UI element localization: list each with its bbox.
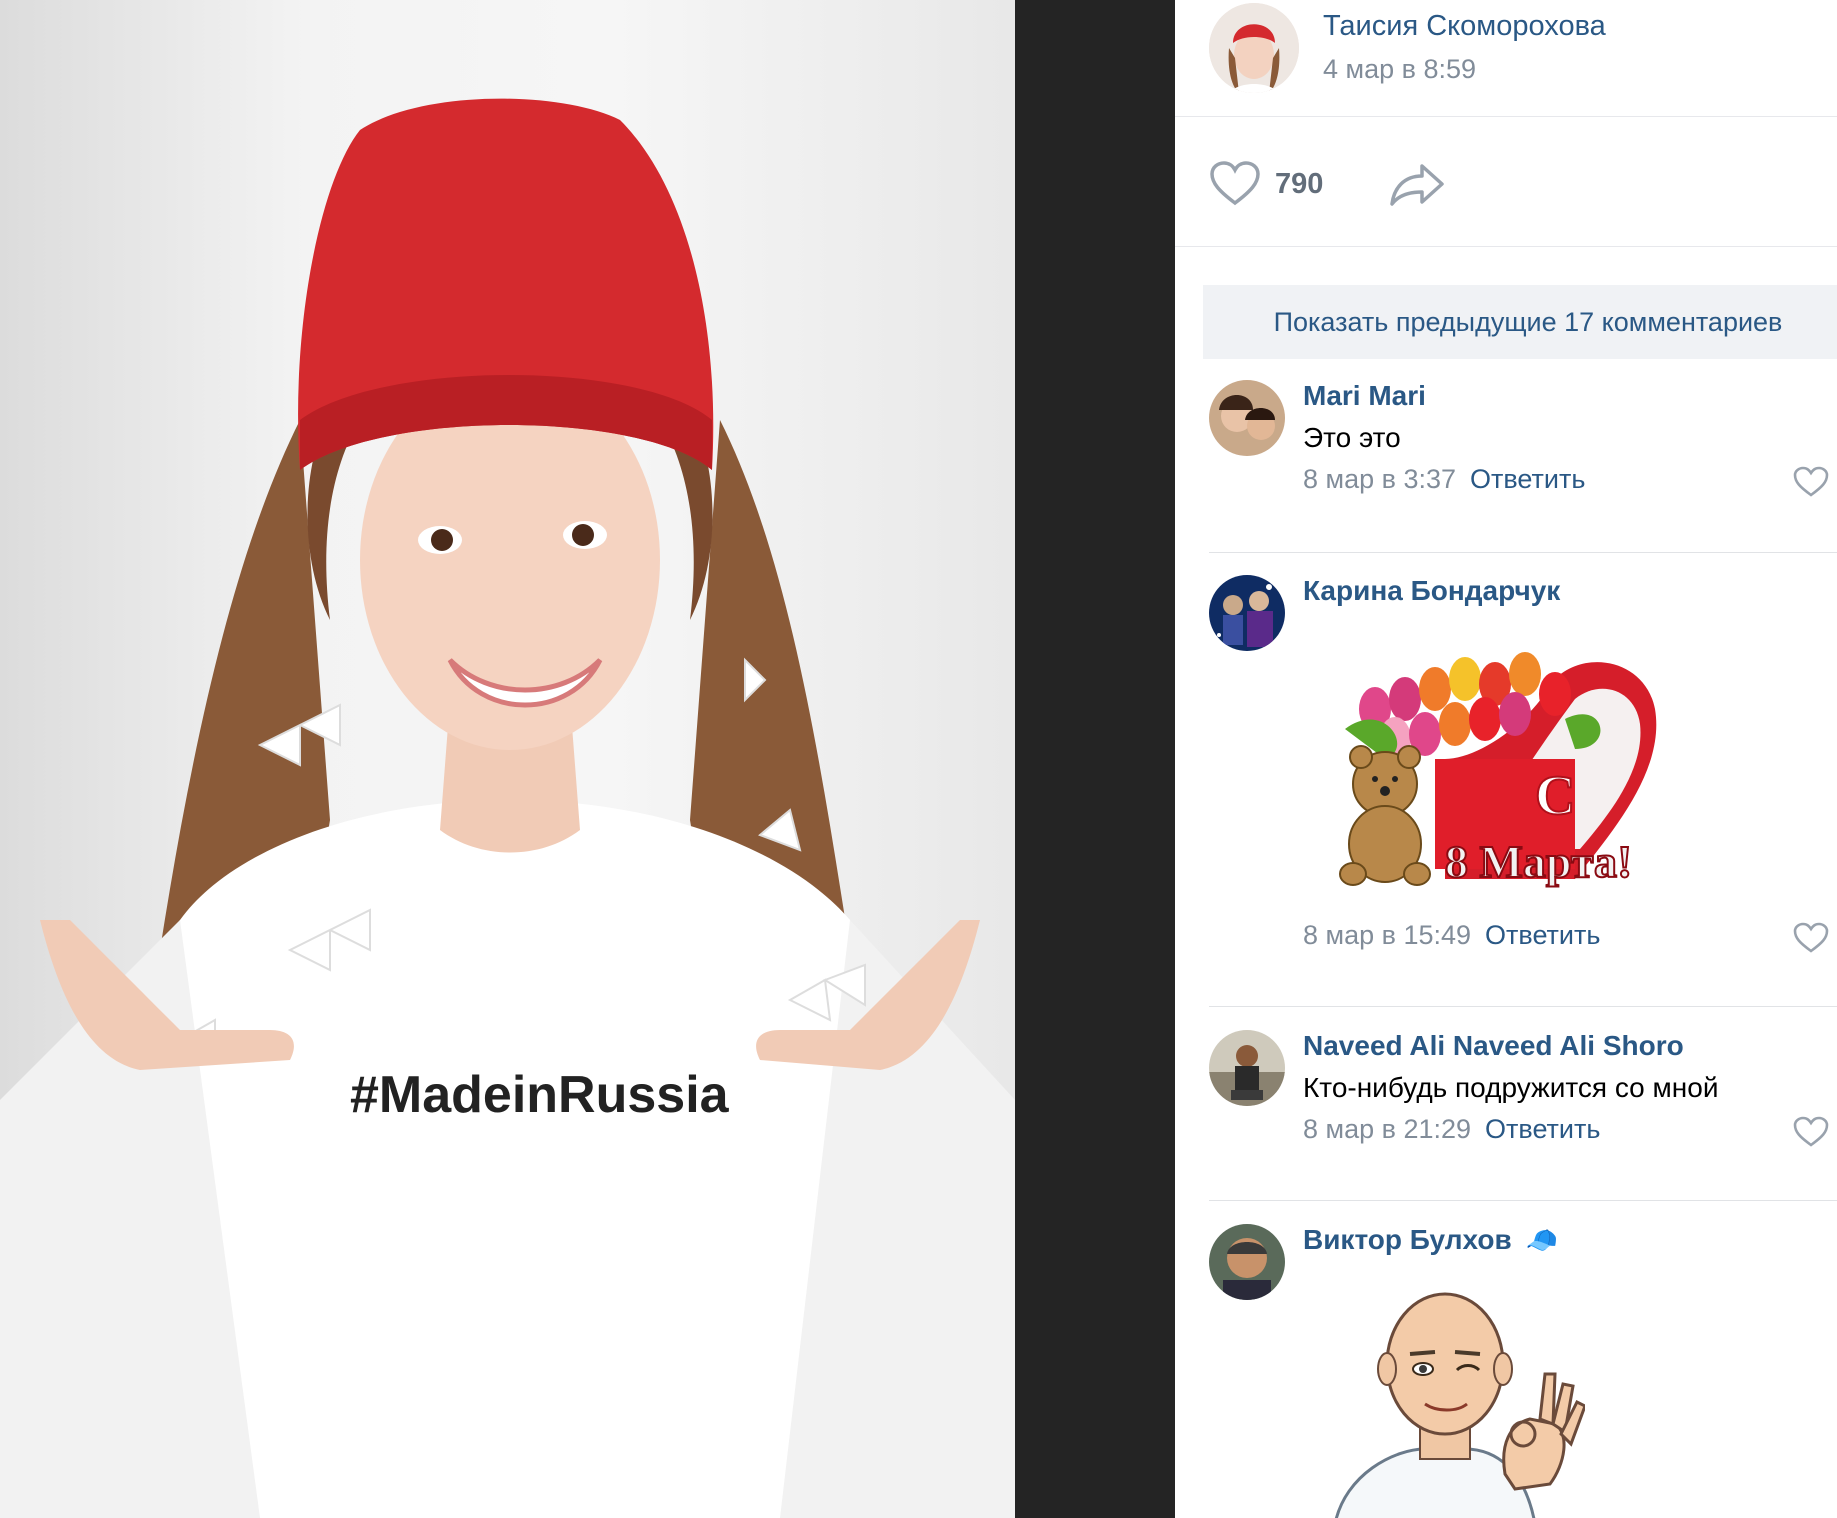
- comment-meta: 8 мар в 3:37 Ответить: [1303, 464, 1585, 495]
- reply-button[interactable]: Ответить: [1485, 1114, 1600, 1144]
- comment-like-icon[interactable]: [1793, 922, 1829, 954]
- comment-like-icon[interactable]: [1793, 1116, 1829, 1148]
- commenter-name[interactable]: Mari Mari: [1303, 380, 1426, 412]
- share-icon: [1390, 164, 1444, 206]
- commenter-avatar-image: [1209, 1224, 1285, 1300]
- show-previous-comments-button[interactable]: Показать предыдущие 17 комментариев: [1203, 285, 1837, 359]
- post-sidebar: Таисия Скоморохова 4 мар в 8:59 790 Пока…: [1175, 0, 1837, 1518]
- commenter-avatar[interactable]: [1209, 1030, 1285, 1106]
- sticker-c-text: С: [1535, 765, 1575, 827]
- commenter-name[interactable]: Карина Бондарчук: [1303, 575, 1560, 607]
- commenter-avatar[interactable]: [1209, 1224, 1285, 1300]
- sticker-image: [1335, 1292, 1587, 1518]
- commenter-avatar-image: [1209, 1030, 1285, 1106]
- comment-divider: [1209, 552, 1837, 553]
- commenter-name-text: Виктор Булхов: [1303, 1224, 1512, 1255]
- comment-like-icon[interactable]: [1793, 466, 1829, 498]
- shirt-text: #MadeinRussia: [350, 1066, 730, 1124]
- comment-divider: [1209, 1200, 1837, 1201]
- author-avatar[interactable]: [1209, 3, 1299, 93]
- commenter-avatar[interactable]: [1209, 575, 1285, 651]
- post-header: Таисия Скоморохова 4 мар в 8:59: [1175, 0, 1837, 117]
- commenter-avatar-image: [1209, 380, 1285, 456]
- comment-meta: 8 мар в 15:49 Ответить: [1303, 920, 1600, 951]
- comment-divider: [1209, 1006, 1837, 1007]
- commenter-avatar[interactable]: [1209, 380, 1285, 456]
- sticker-image: С 8 Марта!: [1339, 652, 1657, 888]
- reply-button[interactable]: Ответить: [1470, 464, 1585, 494]
- user-badge-icon: 🧢: [1525, 1225, 1558, 1255]
- comment-sticker[interactable]: С 8 Марта!: [1325, 639, 1705, 914]
- comment-text: Кто-нибудь подружится со мной: [1303, 1072, 1719, 1103]
- post-photo[interactable]: #MadeinRussia: [0, 0, 1015, 1518]
- sticker-text: 8 Марта!: [1445, 836, 1632, 887]
- comment-date[interactable]: 8 мар в 21:29: [1303, 1114, 1471, 1144]
- share-button[interactable]: [1388, 158, 1446, 210]
- like-count: 790: [1275, 167, 1324, 200]
- comment-meta: 8 мар в 21:29 Ответить: [1303, 1114, 1600, 1145]
- comment-date[interactable]: 8 мар в 3:37: [1303, 464, 1456, 494]
- author-avatar-image: [1209, 3, 1299, 93]
- post-actions: 790: [1175, 116, 1837, 247]
- comment-sticker[interactable]: [1315, 1274, 1587, 1518]
- commenter-name[interactable]: Naveed Ali Naveed Ali Shoro: [1303, 1030, 1684, 1062]
- photo-viewer-backdrop: [1015, 0, 1175, 1518]
- commenter-name[interactable]: Виктор Булхов 🧢: [1303, 1224, 1558, 1256]
- commenter-avatar-image: [1209, 575, 1285, 651]
- post-date[interactable]: 4 мар в 8:59: [1323, 54, 1476, 85]
- comment-text: Это это: [1303, 422, 1401, 453]
- photo-girl-illustration: #MadeinRussia: [0, 98, 1015, 1518]
- author-name[interactable]: Таисия Скоморохова: [1323, 10, 1606, 43]
- reply-button[interactable]: Ответить: [1485, 920, 1600, 950]
- like-button[interactable]: 790: [1209, 158, 1323, 210]
- heart-icon: [1210, 161, 1260, 206]
- comment-date[interactable]: 8 мар в 15:49: [1303, 920, 1471, 950]
